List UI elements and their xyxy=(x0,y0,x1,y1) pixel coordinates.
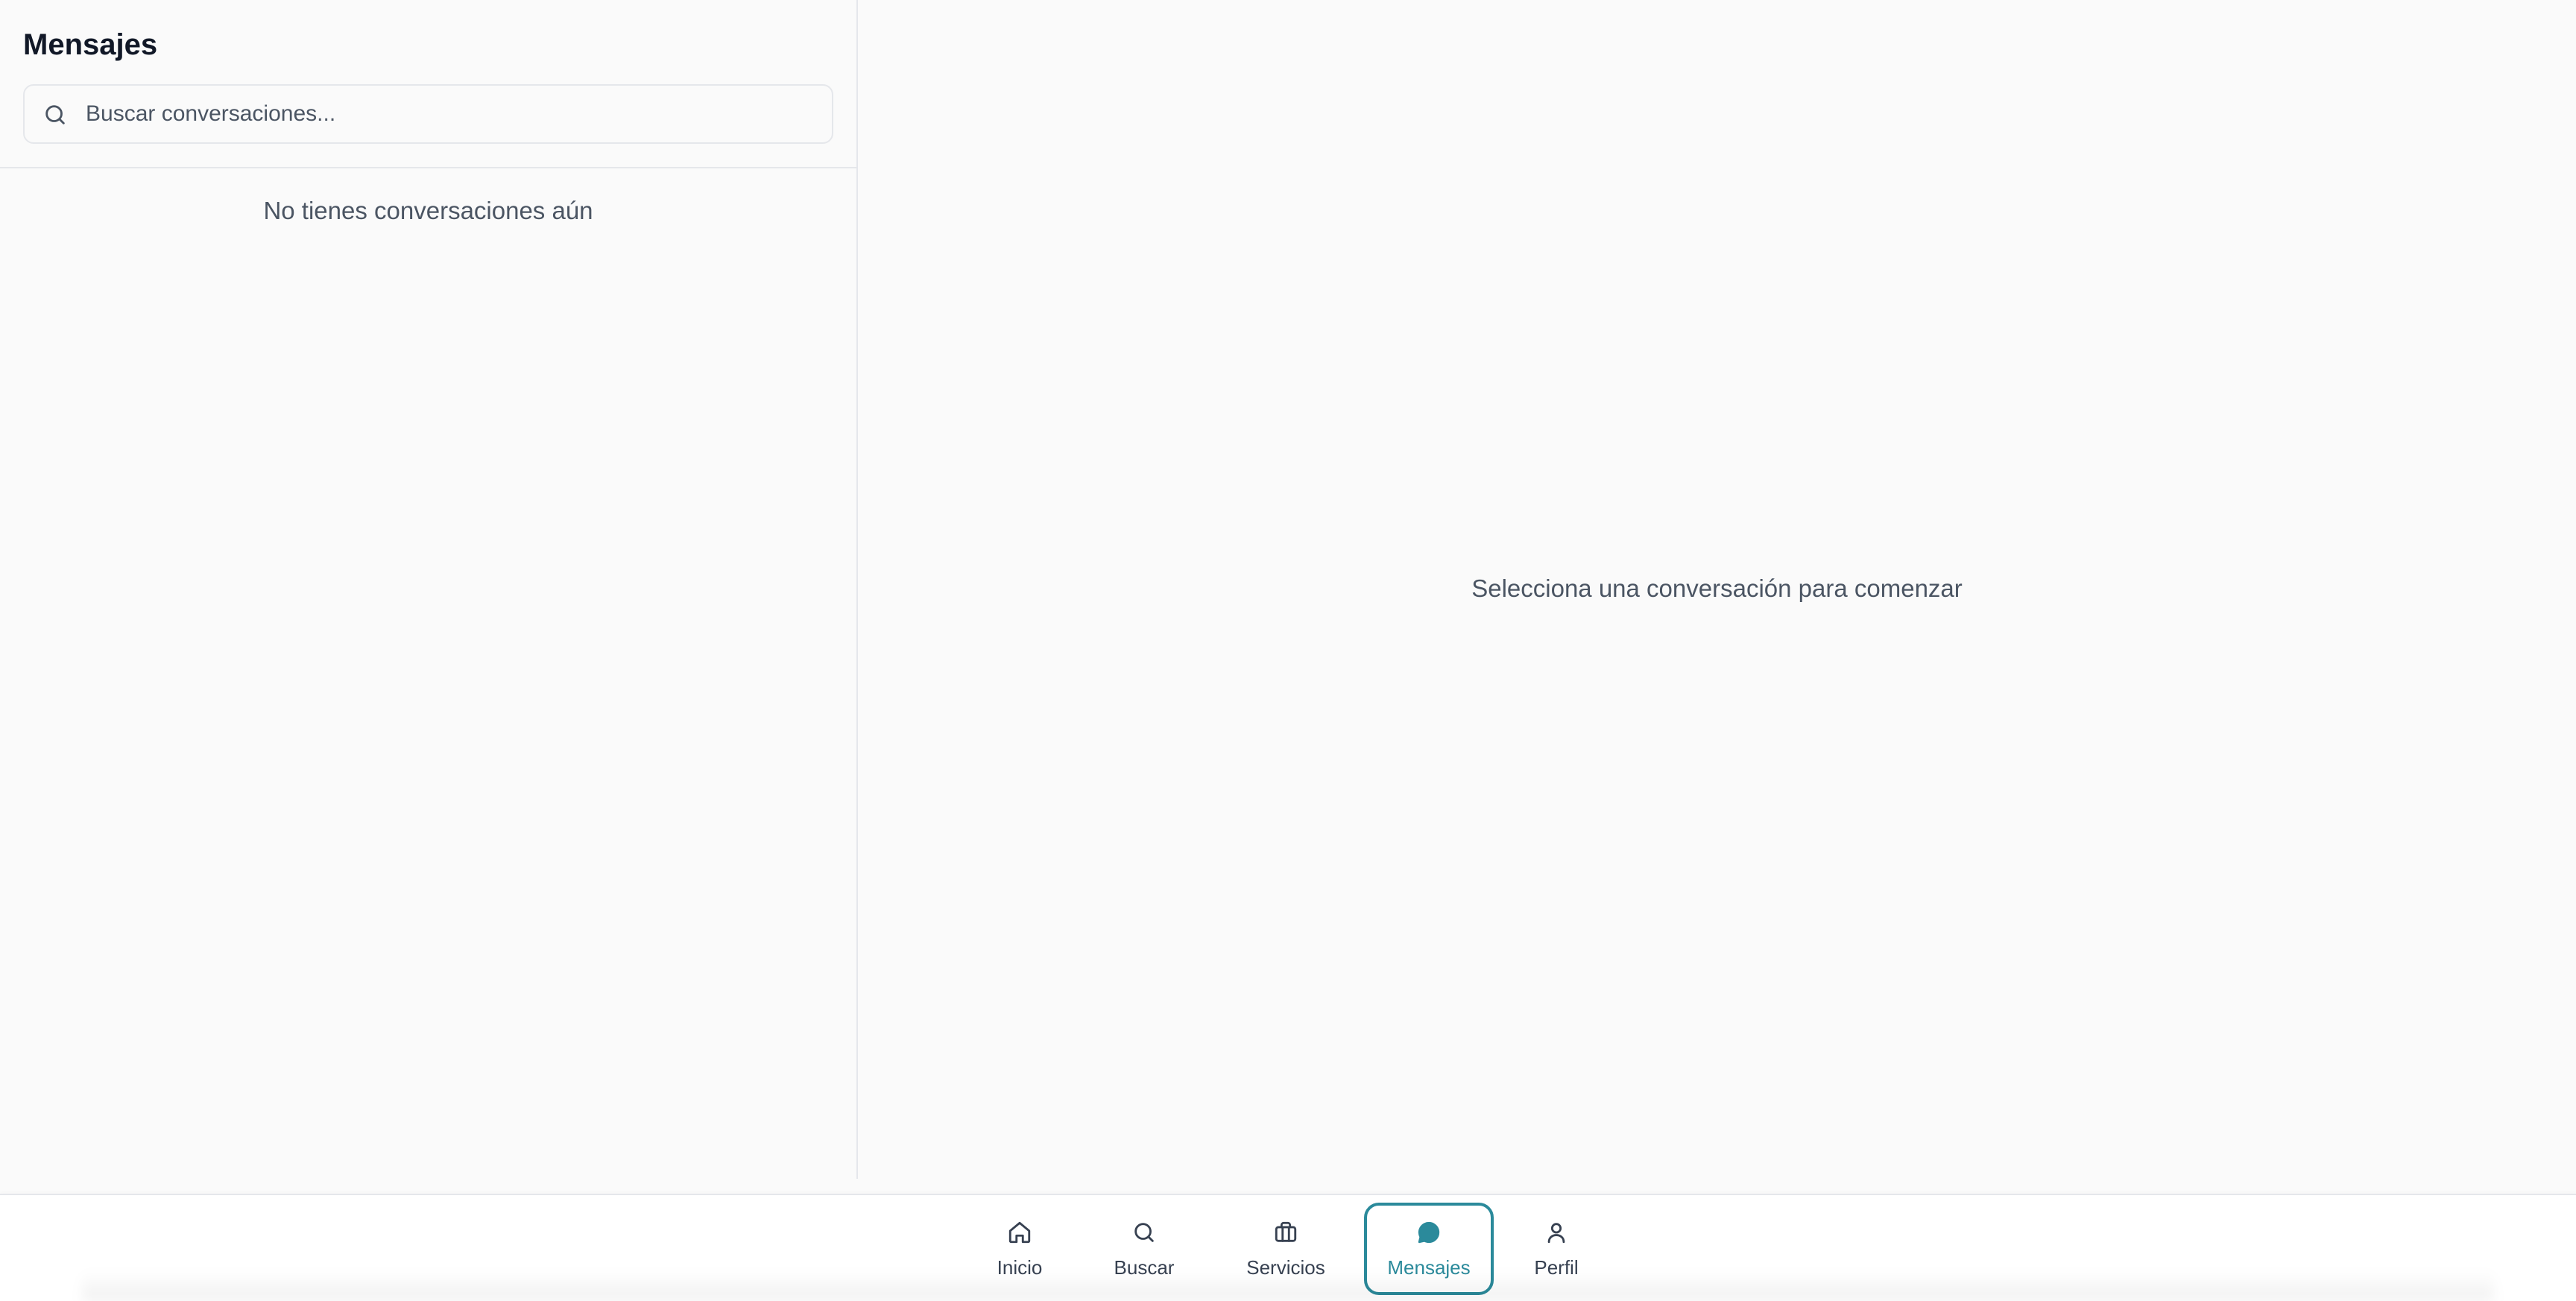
page-title: Mensajes xyxy=(23,28,158,61)
bottom-navigation: Inicio Buscar Servicios Mensajes Perfil xyxy=(0,1194,2576,1301)
nav-item-mensajes[interactable]: Mensajes xyxy=(1364,1203,1494,1295)
nav-item-servicios[interactable]: Servicios xyxy=(1230,1203,1342,1295)
empty-conversations-message: No tienes conversaciones aún xyxy=(263,197,593,224)
nav-label: Buscar xyxy=(1114,1256,1175,1279)
search-icon xyxy=(1131,1220,1157,1249)
nav-label: Perfil xyxy=(1534,1256,1579,1279)
home-icon xyxy=(1007,1220,1032,1249)
chat-area: Selecciona una conversación para comenza… xyxy=(858,0,2576,1192)
nav-item-inicio[interactable]: Inicio xyxy=(976,1203,1063,1295)
bottom-nav-items: Inicio Buscar Servicios Mensajes Perfil xyxy=(962,1203,1610,1295)
search-input[interactable] xyxy=(84,86,822,142)
nav-item-perfil[interactable]: Perfil xyxy=(1521,1203,1592,1295)
app-root: Mensajes No tienes conversaciones aún Se… xyxy=(0,0,2576,1301)
nav-label: Servicios xyxy=(1246,1256,1325,1279)
search-box[interactable] xyxy=(23,84,833,144)
briefcase-icon xyxy=(1273,1220,1298,1249)
chat-placeholder-message: Selecciona una conversación para comenza… xyxy=(1471,574,1963,602)
search-icon xyxy=(42,102,68,127)
nav-item-buscar[interactable]: Buscar xyxy=(1096,1203,1193,1295)
user-icon xyxy=(1544,1220,1569,1249)
conversation-sidebar: Mensajes No tienes conversaciones aún xyxy=(0,0,858,1179)
sidebar-header: Mensajes xyxy=(0,0,856,168)
nav-label: Inicio xyxy=(997,1256,1043,1279)
message-circle-icon xyxy=(1416,1220,1442,1249)
nav-label: Mensajes xyxy=(1387,1256,1471,1279)
